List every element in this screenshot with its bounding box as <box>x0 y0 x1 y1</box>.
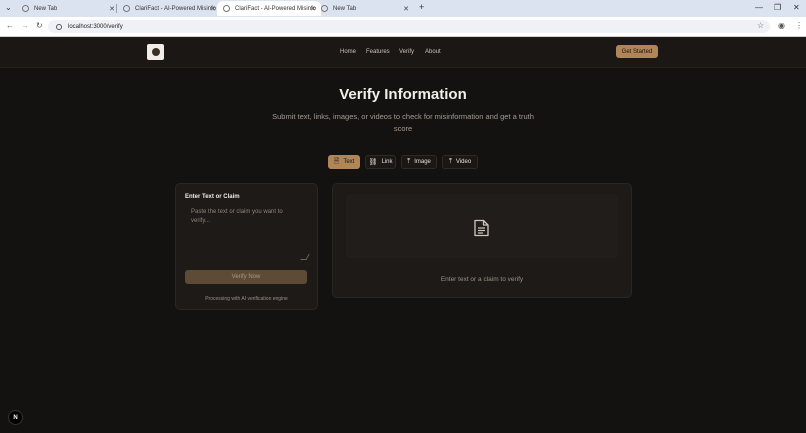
tab-title: ClariFact - AI-Powered Misinfo <box>235 5 317 12</box>
minimize-icon[interactable]: — <box>755 3 763 12</box>
get-started-button[interactable]: Get Started <box>616 45 658 58</box>
dev-tools-badge[interactable]: N <box>8 410 23 425</box>
bookmark-star-icon[interactable]: ☆ <box>757 21 764 30</box>
page-title: Verify Information <box>339 86 467 103</box>
document-icon: 🗎 <box>333 157 340 165</box>
tab-title: New Tab <box>34 5 58 12</box>
nav-home[interactable]: Home <box>340 49 356 55</box>
tab-link-label: Link <box>381 159 393 165</box>
site-logo[interactable] <box>147 44 164 60</box>
browser-tab-strip: ⌄ New Tab ✕ ClariFact - AI-Powered Misin… <box>0 0 806 17</box>
browser-tab-1[interactable]: New Tab ✕ <box>16 1 120 16</box>
tab-link[interactable]: ⛓ Link <box>365 155 396 169</box>
globe-icon <box>22 5 29 12</box>
restore-icon[interactable]: ❐ <box>774 3 781 12</box>
forward-icon[interactable]: → <box>21 21 29 30</box>
claim-input[interactable] <box>185 206 307 259</box>
reload-icon[interactable]: ↻ <box>36 21 43 30</box>
logo-mark-icon <box>151 48 160 56</box>
verify-now-button[interactable]: Verify Now <box>185 270 307 284</box>
nav-verify[interactable]: Verify <box>399 49 414 55</box>
result-placeholder-text: Enter text or a claim to verify <box>440 276 524 283</box>
window-close-icon[interactable]: ✕ <box>793 3 800 12</box>
upload-icon: ⤒ <box>407 158 411 165</box>
page-subtitle: Submit text, links, images, or videos to… <box>272 112 534 133</box>
input-card-title: Enter Text or Claim <box>185 194 240 200</box>
nav-about[interactable]: About <box>425 49 441 55</box>
new-tab-button[interactable]: + <box>419 2 424 12</box>
globe-icon <box>223 5 230 12</box>
link-icon: ⛓ <box>368 159 378 166</box>
browser-tab-4[interactable]: New Tab ✕ <box>318 1 414 16</box>
upload-icon: ⤒ <box>448 158 452 165</box>
tab-image[interactable]: ⤒ Image <box>401 155 437 169</box>
browser-toolbar: ← → ↻ localhost:3000/verify ☆ ◉ ⋮ <box>0 17 806 37</box>
tab-image-label: Image <box>414 159 431 165</box>
tab-video[interactable]: ⤒ Video <box>442 155 478 169</box>
browser-tab-3[interactable]: ClariFact - AI-Powered Misinfo ✕ <box>217 1 321 16</box>
site-info-icon[interactable] <box>56 23 62 30</box>
browser-tab-2[interactable]: ClariFact - AI-Powered Misinfo ✕ <box>117 1 221 16</box>
document-icon <box>474 219 489 237</box>
back-icon[interactable]: ← <box>6 21 14 30</box>
close-icon[interactable]: ✕ <box>403 5 409 13</box>
tab-text-label: Text <box>343 159 355 165</box>
tab-search-icon[interactable]: ⌄ <box>5 3 12 12</box>
tab-title: New Tab <box>333 5 357 12</box>
profile-icon[interactable]: ◉ <box>778 21 785 30</box>
close-icon[interactable]: ✕ <box>210 5 216 13</box>
close-icon[interactable]: ✕ <box>310 5 316 13</box>
menu-kebab-icon[interactable]: ⋮ <box>795 21 803 30</box>
url-text[interactable]: localhost:3000/verify <box>68 24 123 30</box>
close-icon[interactable]: ✕ <box>109 5 115 13</box>
tab-text[interactable]: 🗎 Text <box>328 155 360 169</box>
nav-features[interactable]: Features <box>366 49 390 55</box>
tab-video-label: Video <box>455 159 472 165</box>
engine-note: Processing with AI verification engine <box>205 296 288 302</box>
tab-title: ClariFact - AI-Powered Misinfo <box>135 5 217 12</box>
globe-icon <box>123 5 130 12</box>
address-bar[interactable]: localhost:3000/verify <box>48 20 770 33</box>
globe-icon <box>321 5 328 12</box>
